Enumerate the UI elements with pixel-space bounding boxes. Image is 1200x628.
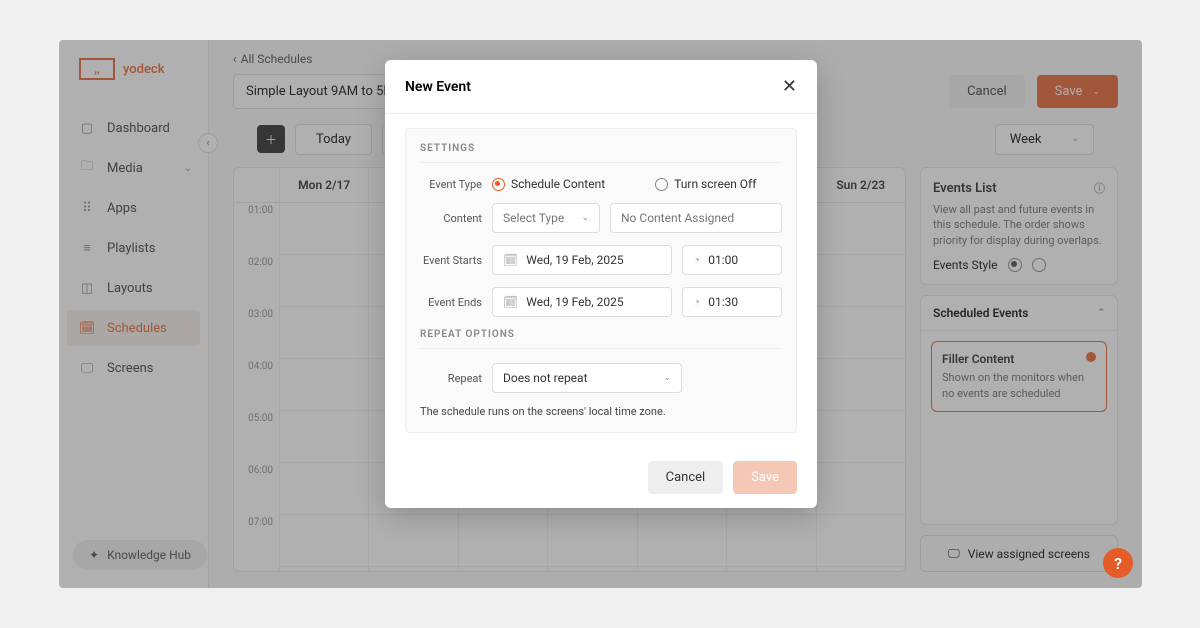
- settings-section-label: SETTINGS: [420, 143, 782, 163]
- clock-icon: ◔: [693, 253, 700, 267]
- repeat-section-label: REPEAT OPTIONS: [420, 329, 782, 349]
- modal-title: New Event: [405, 79, 471, 95]
- end-time-input[interactable]: ◔ 01:30: [682, 287, 782, 317]
- start-time-value: 01:00: [708, 253, 738, 267]
- chevron-down-icon: ⌄: [663, 373, 671, 383]
- radio-icon: [492, 178, 505, 191]
- end-date-input[interactable]: 🗓 Wed, 19 Feb, 2025: [492, 287, 672, 317]
- new-event-modal: New Event ✕ SETTINGS Event Type Schedule…: [385, 60, 817, 508]
- content-placeholder: No Content Assigned: [621, 211, 734, 225]
- content-assigned-field[interactable]: No Content Assigned: [610, 203, 782, 233]
- repeat-label: Repeat: [420, 372, 482, 385]
- calendar-icon: 🗓: [503, 253, 518, 267]
- chevron-down-icon: ⌄: [581, 213, 589, 223]
- repeat-value: Does not repeat: [503, 371, 588, 385]
- close-icon[interactable]: ✕: [782, 76, 797, 97]
- radio-icon: [655, 178, 668, 191]
- radio-schedule-content[interactable]: Schedule Content: [492, 177, 605, 191]
- content-label: Content: [420, 212, 482, 225]
- select-placeholder: Select Type: [503, 211, 564, 225]
- clock-icon: ◔: [693, 295, 700, 309]
- event-type-label: Event Type: [420, 178, 482, 191]
- content-type-select[interactable]: Select Type ⌄: [492, 203, 600, 233]
- modal-save-button[interactable]: Save: [733, 461, 797, 494]
- calendar-icon: 🗓: [503, 295, 518, 309]
- start-date-value: Wed, 19 Feb, 2025: [526, 253, 623, 267]
- timezone-note: The schedule runs on the screens' local …: [420, 405, 782, 418]
- repeat-select[interactable]: Does not repeat ⌄: [492, 363, 682, 393]
- help-button[interactable]: ?: [1103, 548, 1133, 578]
- radio-label: Turn screen Off: [674, 177, 756, 191]
- radio-label: Schedule Content: [511, 177, 605, 191]
- event-starts-label: Event Starts: [420, 254, 482, 267]
- start-time-input[interactable]: ◔ 01:00: [682, 245, 782, 275]
- modal-cancel-button[interactable]: Cancel: [648, 461, 724, 494]
- end-time-value: 01:30: [708, 295, 738, 309]
- end-date-value: Wed, 19 Feb, 2025: [526, 295, 623, 309]
- start-date-input[interactable]: 🗓 Wed, 19 Feb, 2025: [492, 245, 672, 275]
- radio-turn-screen-off[interactable]: Turn screen Off: [655, 177, 756, 191]
- event-ends-label: Event Ends: [420, 296, 482, 309]
